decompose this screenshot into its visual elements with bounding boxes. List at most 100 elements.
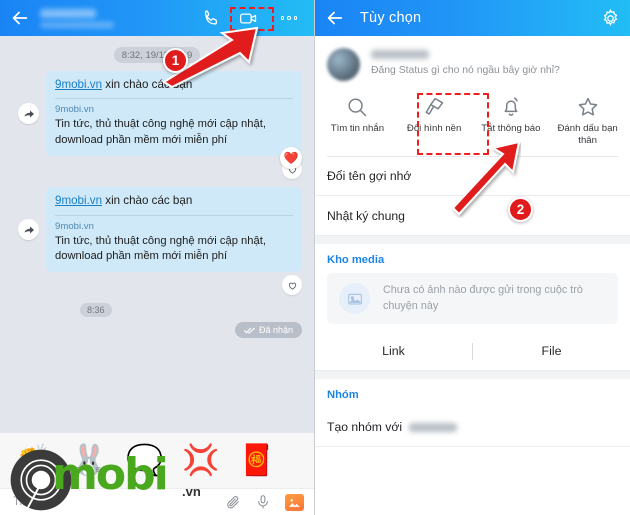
action-change-wallpaper[interactable]: Đổi hình nền	[396, 93, 473, 152]
seen-status-row: Đã nhận	[0, 318, 314, 339]
tab-file[interactable]: File	[473, 344, 630, 358]
bubble-title-link[interactable]: 9mobi.vn	[55, 194, 102, 207]
media-empty-state: Chưa có ảnh nào được gửi trong cuộc trò …	[327, 273, 618, 324]
paperclip-icon[interactable]	[225, 494, 241, 510]
bubble-body: Tin tức, thủ thuật công nghệ mới cập nhậ…	[55, 118, 266, 146]
forward-arrow-icon	[24, 110, 34, 118]
section-gap	[315, 370, 630, 379]
bubble-title: 9mobi.vn xin chào các bạn	[55, 78, 293, 92]
profile-name-redacted	[371, 50, 429, 59]
action-label: Đổi hình nền	[406, 123, 462, 134]
tab-link[interactable]: Link	[315, 344, 472, 358]
chat-timestamp-top: 8:32, 19/11/2019	[113, 47, 201, 63]
dot-3	[293, 16, 298, 20]
quick-actions-row: Tìm tin nhắn Đổi hình nền Tắt thông báo …	[315, 91, 630, 152]
menu-item-label: Nhật ký chung	[327, 208, 405, 223]
reaction-heart-icon[interactable]: ❤️	[280, 147, 302, 169]
heart-emoji: ❤️	[283, 151, 299, 165]
dual-phone-screenshot: 8:32, 19/11/2019 ❤️ 9mobi.vn xin chào cá…	[0, 0, 630, 515]
chat-contact-header[interactable]	[40, 8, 201, 28]
sticker-item[interactable]: 👏	[6, 437, 60, 485]
phone-call-icon[interactable]	[201, 8, 222, 29]
wallpaper-brush-icon	[425, 97, 444, 115]
bubble-divider	[55, 214, 293, 216]
dot-1	[280, 16, 285, 20]
like-row	[0, 272, 314, 296]
seen-label: Đã nhận	[258, 325, 293, 336]
like-message-button[interactable]	[282, 275, 302, 296]
action-label: Đánh dấu bạn thân	[557, 123, 618, 146]
message-bubble[interactable]: 9mobi.vn xin chào các bạn 9mobi.vn Tin t…	[46, 187, 302, 273]
timestamp-bottom-row: 8:36	[0, 295, 314, 318]
profile-summary[interactable]: Đăng Status gì cho nó ngầu bây giờ nhỉ?	[315, 36, 630, 91]
sticker-item[interactable]: 💢	[174, 437, 228, 485]
back-arrow-icon[interactable]	[9, 7, 31, 29]
like-row	[0, 156, 314, 180]
forward-message-icon[interactable]	[18, 219, 39, 241]
star-icon	[578, 97, 597, 116]
double-check-icon	[243, 327, 255, 334]
action-search-messages[interactable]: Tìm tin nhắn	[319, 93, 396, 152]
video-call-icon[interactable]	[238, 8, 259, 29]
action-mute-notifications[interactable]: Tắt thông báo	[473, 93, 550, 152]
bubble-title: 9mobi.vn xin chào các bạn	[55, 194, 293, 208]
chat-app-bar	[0, 0, 314, 36]
profile-status: Đăng Status gì cho nó ngầu bây giờ nhỉ?	[371, 65, 560, 76]
input-actions	[225, 493, 304, 511]
bubble-title-rest: xin chào các bạn	[102, 194, 193, 208]
bubble-title-rest: xin chào các bạn	[102, 78, 193, 91]
group-section-title: Nhóm	[327, 389, 359, 401]
message-bubble[interactable]: 9mobi.vn xin chào các bạn 9mobi.vn Tin t…	[46, 71, 302, 157]
create-group-label: Tạo nhóm với	[327, 420, 403, 434]
group-member-redacted	[409, 422, 458, 432]
bubble-source: 9mobi.vn	[55, 104, 94, 116]
heart-outline-icon	[288, 282, 296, 290]
menu-item-rename[interactable]: Đổi tên gợi nhớ	[315, 157, 630, 196]
gear-icon[interactable]	[600, 8, 621, 29]
page-title: Tùy chọn	[360, 10, 422, 26]
options-app-bar: Tùy chọn	[315, 0, 630, 36]
action-label: Tìm tin nhắn	[330, 123, 385, 134]
section-gap	[315, 235, 630, 244]
media-empty-text: Chưa có ảnh nào được gửi trong cuộc trò …	[383, 284, 583, 312]
sticker-item[interactable]: 🗨️	[118, 437, 172, 485]
menu-item-create-group[interactable]: Tạo nhóm với	[315, 408, 630, 447]
message-row: 9mobi.vn xin chào các bạn 9mobi.vn Tin t…	[0, 71, 314, 157]
action-label: Tắt thông báo	[481, 123, 541, 134]
chat-timestamp-bottom: 8:36	[80, 303, 112, 318]
search-icon	[348, 98, 367, 117]
back-arrow-icon[interactable]	[324, 7, 346, 29]
media-section-title: Kho media	[327, 254, 385, 266]
menu-item-shared-journal[interactable]: Nhật ký chung	[315, 196, 630, 235]
action-mark-close-friend[interactable]: Đánh dấu bạn thân	[549, 93, 626, 152]
options-content: Đăng Status gì cho nó ngầu bây giờ nhỉ? …	[315, 36, 630, 515]
timestamp-divider-row: 8:32, 19/11/2019	[0, 36, 314, 63]
bubble-body: Tin tức, thủ thuật công nghệ mới cập nhậ…	[55, 234, 266, 262]
microphone-icon[interactable]	[255, 494, 271, 510]
message-input-bar: Tin nhắn	[0, 488, 314, 515]
photo-glyph-icon	[347, 293, 362, 305]
forward-message-icon[interactable]	[18, 103, 39, 125]
bubble-source: 9mobi.vn	[55, 220, 94, 232]
dot-2	[287, 16, 291, 20]
sticker-item[interactable]: 🧧	[230, 437, 284, 485]
image-placeholder-icon	[339, 283, 370, 314]
chat-header-actions	[201, 8, 303, 29]
contact-status-redacted	[40, 21, 114, 28]
image-gallery-icon[interactable]	[285, 493, 304, 511]
avatar[interactable]	[327, 48, 360, 81]
message-row: 9mobi.vn xin chào các bạn 9mobi.vn Tin t…	[0, 187, 314, 273]
bell-off-icon	[504, 97, 518, 116]
sticker-item[interactable]: 🐰	[62, 437, 116, 485]
options-screen-panel: Tùy chọn Đăng Status gì cho nó ngầu bây …	[315, 0, 630, 515]
chat-screen-panel: 8:32, 19/11/2019 ❤️ 9mobi.vn xin chào cá…	[0, 0, 315, 515]
bubble-divider	[55, 98, 293, 100]
sticker-suggestion-strip: 👏 🐰 🗨️ 💢 🧧	[0, 433, 314, 488]
message-input[interactable]: Tin nhắn	[10, 496, 225, 508]
bubble-title-link[interactable]: 9mobi.vn	[55, 78, 102, 91]
status-badge: Đã nhận	[234, 322, 302, 339]
more-options-icon[interactable]	[275, 9, 303, 28]
forward-arrow-icon	[24, 226, 34, 234]
photo-glyph-icon	[289, 498, 300, 507]
media-tabs: Link File	[315, 332, 630, 370]
